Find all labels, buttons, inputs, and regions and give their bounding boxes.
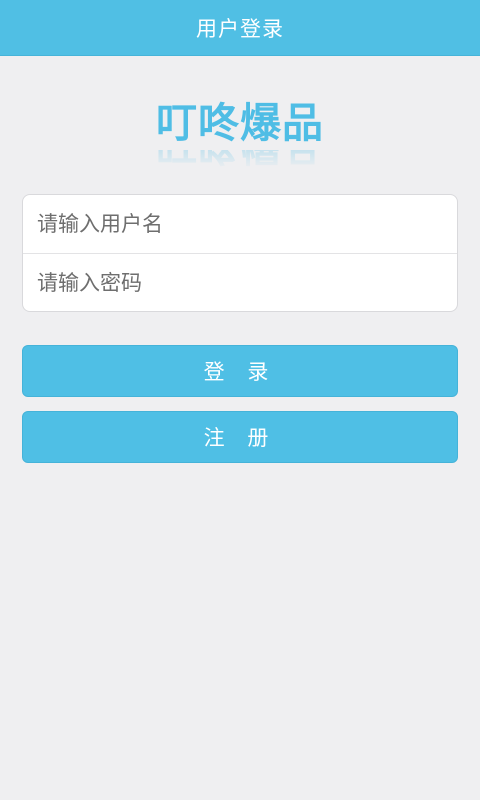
password-input[interactable]	[23, 254, 457, 311]
title-bar: 用户登录	[0, 0, 480, 56]
username-input[interactable]	[23, 195, 457, 253]
logo-text: 叮咚爆品	[156, 99, 324, 147]
app-logo: 叮咚爆品 叮咚爆品	[140, 98, 340, 170]
login-form	[22, 194, 458, 312]
login-button[interactable]: 登 录	[22, 345, 458, 397]
register-button[interactable]: 注 册	[22, 411, 458, 463]
logo-reflection: 叮咚爆品	[140, 150, 340, 170]
page-title: 用户登录	[196, 16, 284, 41]
